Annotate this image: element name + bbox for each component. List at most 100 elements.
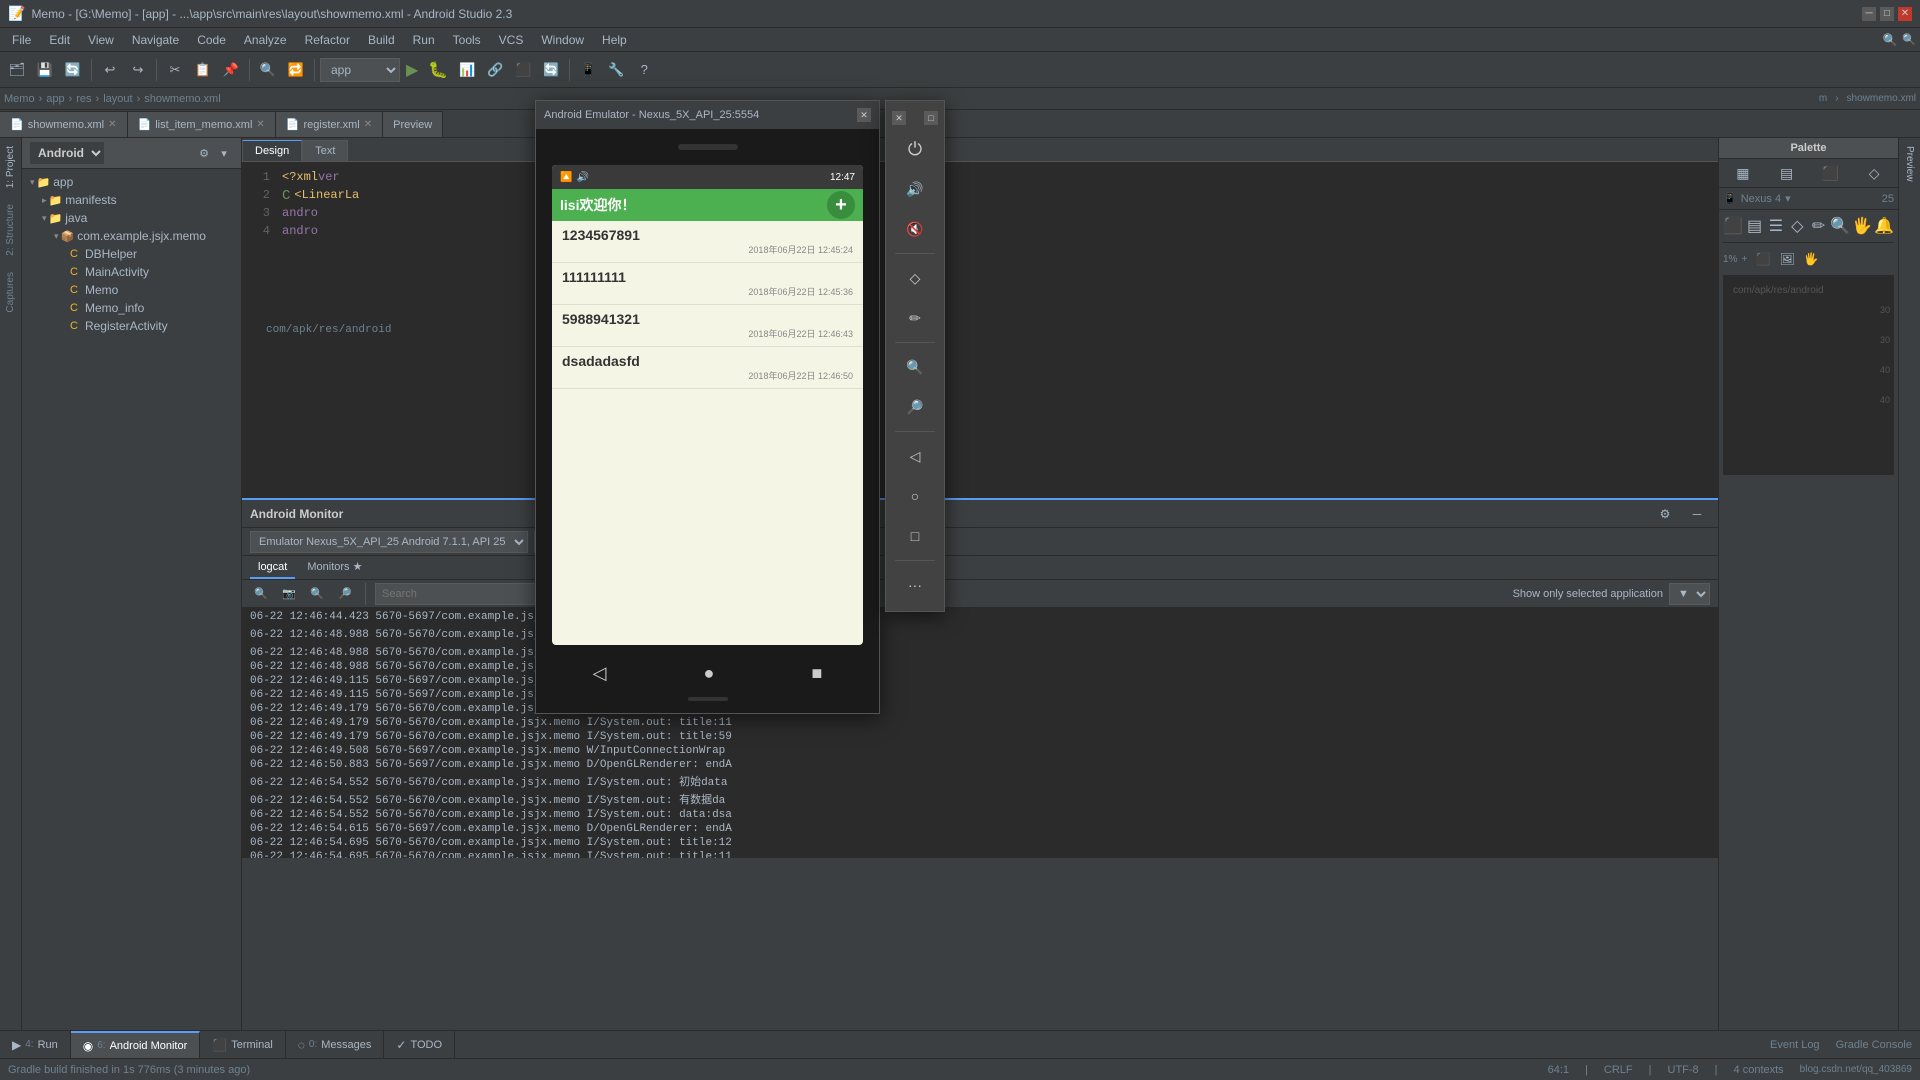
log-line-1[interactable]: 06-22 12:46:48.988 5670-5670/com.example…: [242, 624, 1718, 642]
palette-layout-icon[interactable]: ⬛: [1818, 161, 1842, 185]
pan-btn[interactable]: 🖐: [1799, 247, 1823, 271]
menu-help[interactable]: Help: [594, 31, 635, 49]
emu-expand[interactable]: □: [924, 111, 938, 125]
palette-tool2[interactable]: ▤: [1745, 214, 1764, 238]
volume-down-button[interactable]: 🔇: [897, 211, 933, 247]
palette-settings-icon[interactable]: ◇: [1862, 161, 1886, 185]
monitors-tab[interactable]: Monitors ★: [299, 556, 370, 579]
tree-item-registeractivity[interactable]: C RegisterActivity: [22, 317, 241, 335]
toolbar-redo[interactable]: ↪: [125, 57, 151, 83]
bottom-tab-messages[interactable]: ◌ 0: Messages: [286, 1031, 385, 1058]
toolbar-stop[interactable]: ⬛: [510, 57, 536, 83]
rotate-left-button[interactable]: ◇: [897, 260, 933, 296]
toolbar-avd[interactable]: 📱: [575, 57, 601, 83]
tree-item-dbhelper[interactable]: C DBHelper: [22, 245, 241, 263]
event-log-btn[interactable]: Event Log: [1762, 1039, 1828, 1051]
toolbar-find[interactable]: 🔍: [255, 57, 281, 83]
log-line-5[interactable]: 06-22 12:46:49.115 5670-5697/com.example…: [242, 688, 1718, 702]
palette-tool1[interactable]: ⬛: [1723, 214, 1743, 238]
debug-button[interactable]: 🐛: [424, 58, 452, 82]
gradle-console-btn[interactable]: Gradle Console: [1828, 1039, 1920, 1051]
breadcrumb-memo[interactable]: Memo: [4, 93, 35, 105]
menu-refactor[interactable]: Refactor: [297, 31, 358, 49]
palette-tool6[interactable]: 🔍: [1830, 214, 1850, 238]
menu-window[interactable]: Window: [533, 31, 592, 49]
show-selected-dropdown[interactable]: ▼: [1669, 583, 1710, 605]
menu-vcs[interactable]: VCS: [491, 31, 532, 49]
monitor-settings-btn[interactable]: ⚙: [1652, 501, 1678, 527]
toolbar-icon2[interactable]: 💾: [32, 57, 58, 83]
maximize-button[interactable]: □: [1880, 7, 1894, 21]
toolbar-undo[interactable]: ↩: [97, 57, 123, 83]
toolbar-sync[interactable]: 🔄: [538, 57, 564, 83]
tree-item-package[interactable]: ▾ 📦 com.example.jsjx.memo: [22, 227, 241, 245]
vtab-structure[interactable]: 2: Structure: [3, 196, 18, 264]
log-line-14[interactable]: 06-22 12:46:54.615 5670-5697/com.example…: [242, 822, 1718, 836]
log-line-7[interactable]: 06-22 12:46:49.179 5670-5670/com.example…: [242, 716, 1718, 730]
rvtab-preview[interactable]: Preview: [1902, 138, 1917, 190]
toolbar-profile[interactable]: 📊: [454, 57, 480, 83]
log-area[interactable]: 06-22 12:46:44.423 5670-5697/com.example…: [242, 608, 1718, 858]
tab-preview[interactable]: Preview: [383, 111, 443, 137]
breadcrumb-res[interactable]: res: [76, 93, 91, 105]
back-button[interactable]: ◁: [593, 663, 607, 684]
tab-showmemo[interactable]: 📄 showmemo.xml ✕: [0, 111, 128, 137]
menu-tools[interactable]: Tools: [445, 31, 489, 49]
minimize-button[interactable]: ─: [1862, 7, 1876, 21]
line-ending[interactable]: CRLF: [1604, 1064, 1633, 1076]
recents-button[interactable]: ■: [812, 663, 823, 684]
tree-item-memo[interactable]: C Memo: [22, 281, 241, 299]
bottom-tab-todo[interactable]: ✓ TODO: [384, 1031, 455, 1058]
design-canvas[interactable]: com/apk/res/android 30 30 40 40: [1723, 275, 1894, 475]
breadcrumb-file[interactable]: showmemo.xml: [144, 93, 220, 105]
memo-item-3[interactable]: dsadadasfd 2018年06月22日 12:46:50: [552, 347, 863, 389]
design-tab[interactable]: Design: [242, 140, 302, 161]
breadcrumb-showmemo[interactable]: showmemo.xml: [1847, 93, 1916, 104]
editor-xml[interactable]: 1 <?xml ver 2 C <LinearLa 3 andro: [242, 162, 1718, 498]
search-everywhere-button[interactable]: 🔍: [1880, 30, 1900, 50]
run-button[interactable]: ▶: [402, 58, 422, 82]
log-line-16[interactable]: 06-22 12:46:54.695 5670-5670/com.example…: [242, 850, 1718, 858]
menu-analyze[interactable]: Analyze: [236, 31, 295, 49]
close-tab-list[interactable]: ✕: [256, 119, 264, 130]
volume-up-button[interactable]: 🔊: [897, 171, 933, 207]
more-options-button[interactable]: ···: [897, 567, 933, 603]
rotate-right-button[interactable]: ✏: [897, 300, 933, 336]
text-tab[interactable]: Text: [302, 140, 348, 161]
log-line-6[interactable]: 06-22 12:46:49.179 5670-5670/com.example…: [242, 702, 1718, 716]
tab-list-item-memo[interactable]: 📄 list_item_memo.xml ✕: [128, 111, 276, 137]
toolbar-help[interactable]: ?: [631, 57, 657, 83]
log-line-0[interactable]: 06-22 12:46:44.423 5670-5697/com.example…: [242, 610, 1718, 624]
memo-item-0[interactable]: 1234567891 2018年06月22日 12:45:24: [552, 221, 863, 263]
log-line-15[interactable]: 06-22 12:46:54.695 5670-5670/com.example…: [242, 836, 1718, 850]
palette-bell-icon[interactable]: 🔔: [1874, 214, 1894, 238]
palette-tool5[interactable]: ✏: [1809, 214, 1828, 238]
recents-btn-ctrl[interactable]: □: [897, 518, 933, 554]
log-line-13[interactable]: 06-22 12:46:54.552 5670-5670/com.example…: [242, 808, 1718, 822]
tree-item-memo-info[interactable]: C Memo_info: [22, 299, 241, 317]
back-btn-ctrl[interactable]: ◁: [897, 438, 933, 474]
toolbar-icon3[interactable]: 🔄: [60, 57, 86, 83]
log-line-3[interactable]: 06-22 12:46:48.988 5670-5670/com.example…: [242, 660, 1718, 674]
device-selector[interactable]: Emulator Nexus_5X_API_25 Android 7.1.1, …: [250, 531, 528, 553]
menu-edit[interactable]: Edit: [41, 31, 78, 49]
app-selector[interactable]: app: [320, 58, 400, 82]
memo-item-1[interactable]: 111111111 2018年06月22日 12:45:36: [552, 263, 863, 305]
vtab-captures[interactable]: Captures: [3, 264, 18, 321]
tab-register[interactable]: 📄 register.xml ✕: [276, 111, 383, 137]
toolbar-attach[interactable]: 🔗: [482, 57, 508, 83]
palette-tool7[interactable]: 🖐: [1852, 214, 1872, 238]
fullscreen-btn[interactable]: 🖼: [1775, 247, 1799, 271]
close-tab-showmemo[interactable]: ✕: [108, 119, 116, 130]
tree-item-manifests[interactable]: ▸ 📁 manifests: [22, 191, 241, 209]
log-line-11[interactable]: 06-22 12:46:54.552 5670-5670/com.example…: [242, 772, 1718, 790]
emulator-close-btn[interactable]: ✕: [857, 108, 871, 122]
tree-item-app[interactable]: ▾ 📁 app: [22, 173, 241, 191]
log-line-10[interactable]: 06-22 12:46:50.883 5670-5697/com.example…: [242, 758, 1718, 772]
menu-run[interactable]: Run: [405, 31, 443, 49]
sync-button[interactable]: ⚙: [195, 144, 213, 162]
log-line-4[interactable]: 06-22 12:46:49.115 5670-5697/com.example…: [242, 674, 1718, 688]
project-view-selector[interactable]: Android: [30, 142, 104, 164]
bottom-tab-run[interactable]: ▶ 4: Run: [0, 1031, 71, 1058]
palette-tool3[interactable]: ☰: [1766, 214, 1785, 238]
